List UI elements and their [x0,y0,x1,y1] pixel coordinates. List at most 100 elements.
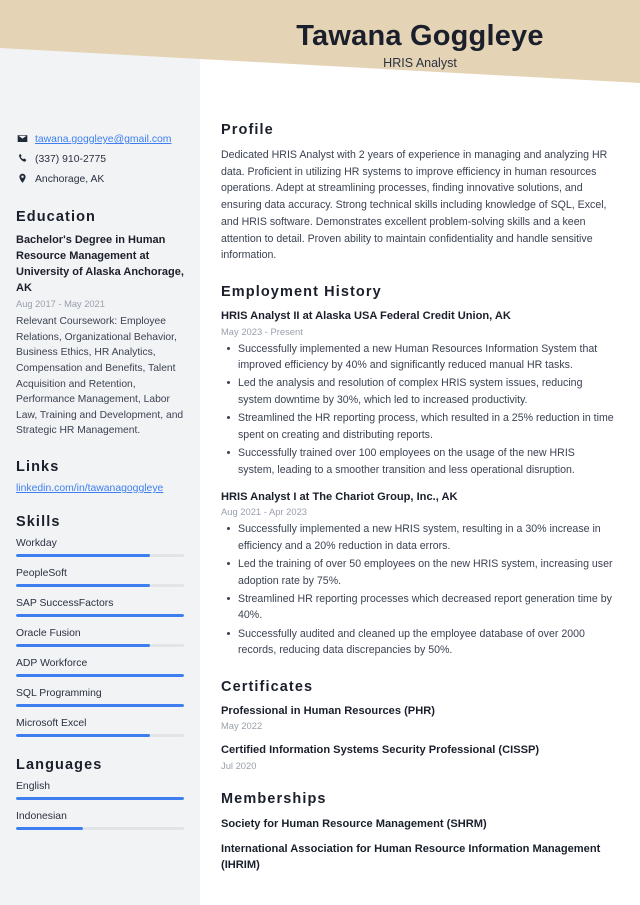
skill-item: Workday [16,538,184,558]
languages-heading: Languages [16,757,103,774]
links-section: Links linkedin.com/in/tawanagoggleye [16,459,184,494]
employment-bullet: Successfully implemented a new Human Res… [221,341,614,374]
sidebar: tawana.goggleye@gmail.com (337) 910-2775… [0,0,200,905]
employment-entry-title: HRIS Analyst II at Alaska USA Federal Cr… [221,310,511,323]
employment-entry-title: HRIS Analyst I at The Chariot Group, Inc… [221,490,458,503]
certificate-dates: May 2022 [221,720,263,732]
skill-item: SAP SuccessFactors [16,598,184,618]
skill-item: ADP Workforce [16,658,184,678]
employment-bullet-list: Successfully implemented a new Human Res… [221,341,614,478]
skills-list: Workday PeopleSoft SAP SuccessFactors Oracl… [16,538,184,738]
certificates-list: Professional in Human Resources (PHR) May… [221,704,614,771]
profile-section: Profile Dedicated HRIS Analyst with 2 ye… [221,122,614,264]
employment-entry: HRIS Analyst II at Alaska USA Federal Cr… [221,309,614,478]
skills-section: Skills Workday PeopleSoft SAP SuccessFacto… [16,514,184,738]
skill-level-fill [16,674,184,678]
skill-level-track [16,584,184,588]
contact-item-email[interactable]: tawana.goggleye@gmail.com [16,132,184,147]
envelope-icon [16,132,28,144]
employment-section: Employment History HRIS Analyst II at Al… [221,284,614,659]
education-section: Education Bachelor's Degree in Human Res… [16,209,184,439]
main-content: Profile Dedicated HRIS Analyst with 2 ye… [200,0,640,905]
memberships-list: Society for Human Resource Management (S… [221,816,614,873]
employment-bullet: Led the analysis and resolution of compl… [221,375,614,408]
contact-list: tawana.goggleye@gmail.com (337) 910-2775… [16,132,184,187]
languages-section: Languages English Indonesian [16,757,184,831]
contact-item-phone: (337) 910-2775 [16,152,184,167]
phone-text: (337) 910-2775 [35,154,107,166]
profile-heading: Profile [221,122,274,138]
skill-level-track [16,644,184,648]
phone-icon [16,152,28,164]
skill-item: PeopleSoft [16,568,184,588]
skill-level-track [16,554,184,558]
certificates-section: Certificates Professional in Human Resou… [221,679,614,771]
education-dates: Aug 2017 - May 2021 [16,298,105,309]
skill-level-fill [16,644,151,648]
skill-level-fill [16,734,151,738]
skill-label: PeopleSoft [16,568,67,580]
skill-item: Oracle Fusion [16,628,184,648]
certificate-title: Certified Information Systems Security P… [221,744,540,757]
skill-label: Microsoft Excel [16,718,87,730]
links-heading: Links [16,459,60,476]
location-pin-icon [16,172,28,184]
profile-text: Dedicated HRIS Analyst with 2 years of e… [221,149,608,262]
skill-label: Workday [16,538,57,550]
employment-bullet: Streamlined the HR reporting process, wh… [221,410,614,443]
languages-list: English Indonesian [16,781,184,831]
employment-bullet: Led the training of over 50 employees on… [221,556,614,589]
job-title: HRIS Analyst [383,56,457,71]
skill-level-track [16,674,184,678]
employment-bullet: Streamlined HR reporting processes which… [221,591,614,624]
membership-entry: Society for Human Resource Management (S… [221,817,487,830]
employment-entry-dates: May 2023 - Present [221,325,303,337]
skill-label: SQL Programming [16,688,102,700]
skill-level-track [16,704,184,708]
skill-level-fill [16,704,184,708]
certificates-heading: Certificates [221,678,314,695]
language-item: Indonesian [16,811,184,831]
employment-list: HRIS Analyst II at Alaska USA Federal Cr… [221,309,614,659]
certificate-title: Professional in Human Resources (PHR) [221,704,435,717]
resume-page: tawana.goggleye@gmail.com (337) 910-2775… [0,0,640,905]
employment-bullet: Successfully implemented a new HRIS syst… [221,521,614,554]
skill-level-fill [16,554,151,558]
skill-item: SQL Programming [16,688,184,708]
memberships-section: Memberships Society for Human Resource M… [221,791,614,873]
skills-heading: Skills [16,514,61,531]
employment-entry: HRIS Analyst I at The Chariot Group, Inc… [221,490,614,659]
language-level-track [16,797,184,801]
language-item: English [16,781,184,801]
email-text[interactable]: tawana.goggleye@gmail.com [35,132,171,147]
employment-bullet-list: Successfully implemented a new HRIS syst… [221,521,614,658]
membership-entry: International Association for Human Reso… [221,842,601,871]
skill-level-track [16,614,184,618]
language-level-fill [16,797,184,801]
skill-item: Microsoft Excel [16,718,184,738]
education-description: Relevant Coursework: Employee Relations,… [16,315,184,437]
education-degree: Bachelor's Degree in Human Resource Mana… [16,234,184,295]
language-level-track [16,827,184,831]
employment-bullet: Successfully trained over 100 employees … [221,445,614,478]
location-text: Anchorage, AK [35,174,105,186]
page-title: Tawana Goggleye [296,20,544,52]
employment-heading: Employment History [221,284,382,301]
skill-level-track [16,734,184,738]
certificate-entry: Professional in Human Resources (PHR) May… [221,704,614,732]
skill-label: ADP Workforce [16,658,88,670]
skill-label: SAP SuccessFactors [16,598,114,610]
certificate-dates: Jul 2020 [221,759,257,771]
employment-entry-dates: Aug 2021 - Apr 2023 [221,506,308,518]
certificate-entry: Certified Information Systems Security P… [221,743,614,771]
link-item[interactable]: linkedin.com/in/tawanagoggleye [16,483,184,494]
contact-item-location: Anchorage, AK [16,172,184,187]
language-level-fill [16,827,84,831]
memberships-heading: Memberships [221,790,327,807]
skill-label: Oracle Fusion [16,628,81,640]
skill-level-fill [16,584,151,588]
header-text: Tawana Goggleye HRIS Analyst [200,20,640,70]
education-heading: Education [16,209,96,226]
employment-bullet: Successfully audited and cleaned up the … [221,626,614,659]
language-label: English [16,781,51,793]
